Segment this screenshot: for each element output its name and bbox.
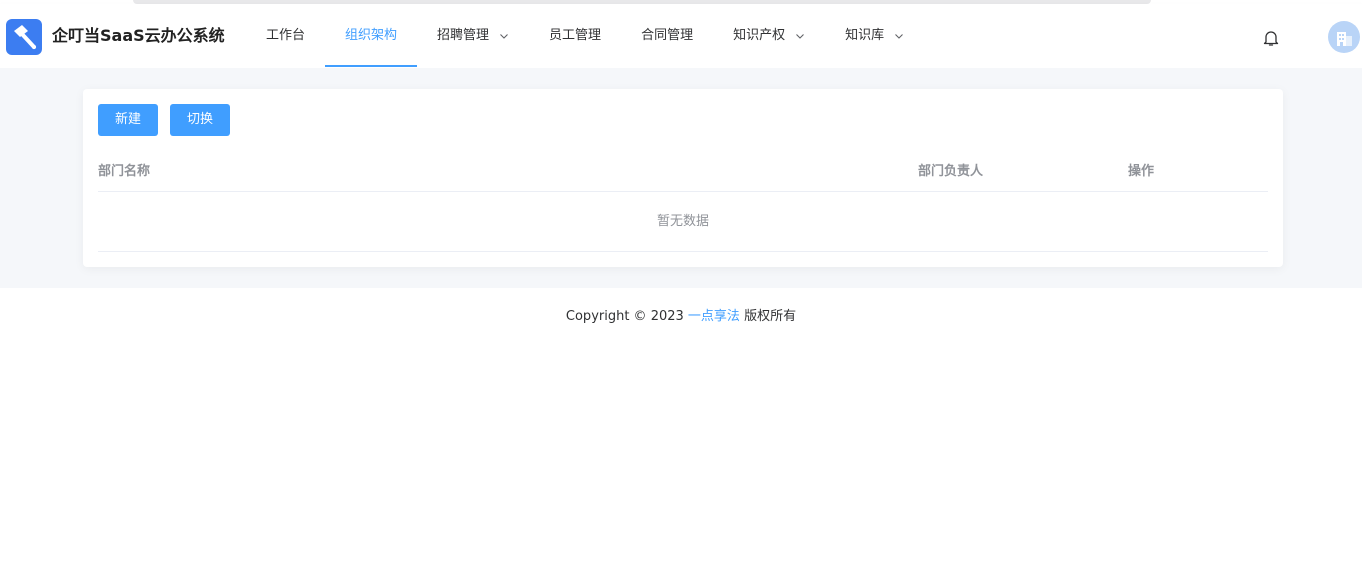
nav-item-organization[interactable]: 组织架构 — [325, 4, 418, 68]
nav-item-label: 组织架构 — [345, 28, 398, 43]
nav-item-label: 工作台 — [266, 28, 306, 43]
footer-copyright: Copyright © 2023 — [565, 309, 688, 324]
column-header-department-name: 部门名称 — [98, 164, 151, 179]
brand-title: 企叮当SaaS云办公系统 — [52, 26, 225, 45]
top-header: 企叮当SaaS云办公系统 工作台 组织架构 招聘管理 员工管理 合同管理 知识产… — [0, 4, 1362, 68]
chevron-down-icon — [895, 34, 903, 39]
chevron-down-icon — [796, 34, 804, 39]
table-header: 部门名称 部门负责人 操作 — [98, 153, 1268, 192]
column-header-actions: 操作 — [1128, 164, 1155, 179]
footer-company-link[interactable]: 一点享法 — [688, 309, 740, 324]
footer-rights: 版权所有 — [739, 309, 797, 324]
nav-item-knowledge-base[interactable]: 知识库 — [825, 4, 924, 68]
department-card: 新建 切换 部门名称 部门负责人 操作 暂无数据 — [83, 89, 1283, 267]
avatar[interactable] — [1328, 21, 1360, 53]
nav-item-label: 知识产权 — [733, 28, 786, 43]
chevron-down-icon — [500, 34, 508, 39]
nav-item-workbench[interactable]: 工作台 — [246, 4, 325, 68]
footer: Copyright © 2023 一点享法 版权所有 — [0, 305, 1362, 329]
building-icon — [1337, 32, 1352, 46]
nav-item-label: 招聘管理 — [437, 28, 490, 43]
nav-item-ip[interactable]: 知识产权 — [713, 4, 825, 68]
main-nav: 工作台 组织架构 招聘管理 员工管理 合同管理 知识产权 知识库 — [246, 4, 924, 68]
new-button[interactable]: 新建 — [98, 104, 158, 136]
nav-item-label: 员工管理 — [549, 28, 602, 43]
bell-icon[interactable] — [1262, 29, 1280, 47]
nav-item-label: 知识库 — [845, 28, 885, 43]
switch-button[interactable]: 切换 — [170, 104, 230, 136]
nav-item-employees[interactable]: 员工管理 — [529, 4, 621, 68]
nav-item-recruitment[interactable]: 招聘管理 — [417, 4, 529, 68]
table-empty-text: 暂无数据 — [98, 192, 1268, 252]
nav-item-contracts[interactable]: 合同管理 — [621, 4, 713, 68]
column-header-department-head: 部门负责人 — [918, 164, 984, 179]
nav-item-label: 合同管理 — [641, 28, 694, 43]
hammer-icon[interactable] — [6, 19, 42, 55]
